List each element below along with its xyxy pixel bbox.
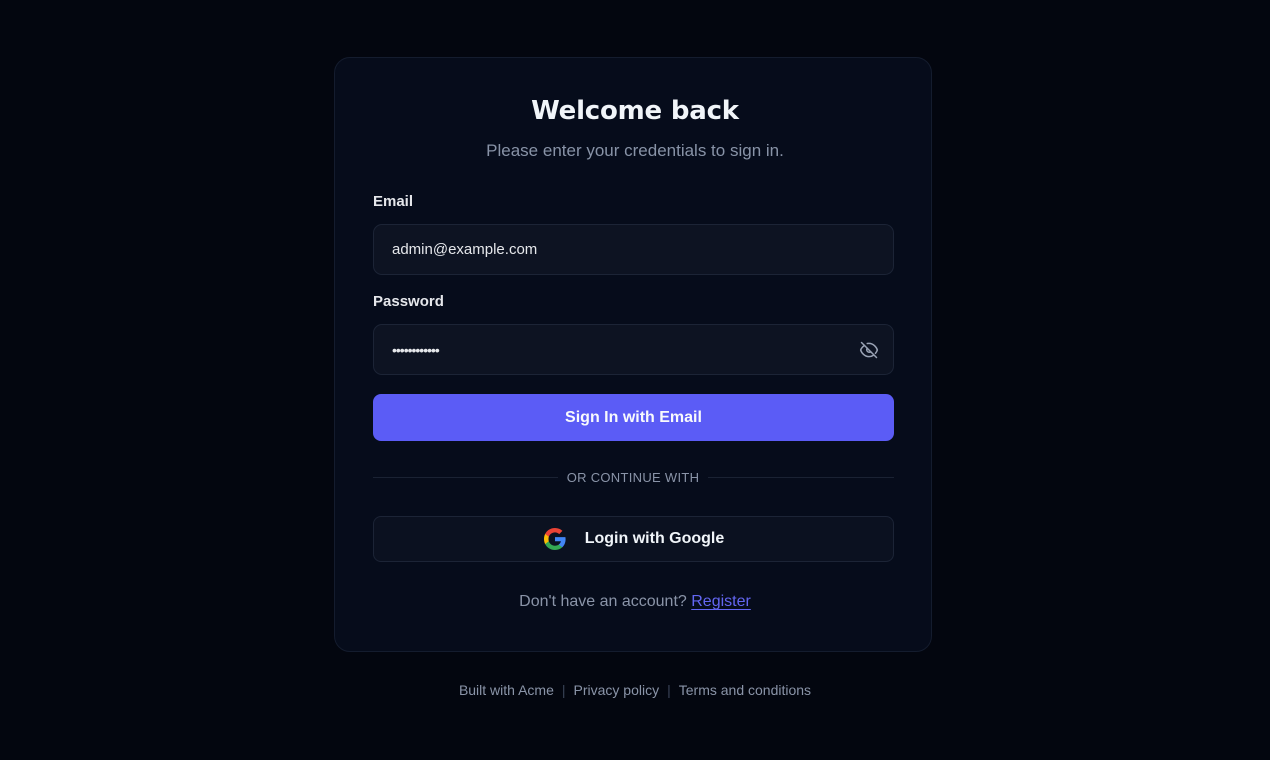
login-google-label: Login with Google (584, 530, 725, 547)
login-page: Welcome back Please enter your credentia… (0, 0, 1270, 760)
footer-link-privacy[interactable]: Privacy policy (574, 682, 660, 698)
footer: Built with Acme | Privacy policy | Terms and… (0, 682, 1270, 698)
divider-text: OR CONTINUE WITH (558, 468, 708, 487)
page-title: Welcome back (531, 96, 739, 126)
eye-off-icon[interactable] (859, 340, 879, 360)
google-icon (543, 528, 566, 550)
password-field-container (373, 324, 894, 375)
register-link[interactable]: Register (691, 593, 751, 610)
login-google-button[interactable]: Login with Google (373, 516, 894, 562)
register-prompt: Don't have an account? (519, 593, 687, 610)
password-label: Password (373, 293, 444, 310)
email-field-container (373, 224, 894, 275)
footer-separator: | (561, 682, 566, 698)
email-label: Email (373, 193, 414, 210)
footer-link-terms[interactable]: Terms and conditions (679, 682, 811, 698)
footer-separator: | (667, 682, 671, 698)
sign-in-email-button[interactable]: Sign In with Email (373, 394, 894, 441)
password-field[interactable] (392, 341, 875, 358)
register-row: Don't have an account? Register (0, 593, 1270, 611)
footer-link-built-with[interactable]: Built with Acme (459, 682, 554, 698)
page-subtitle: Please enter your credentials to sign in… (486, 141, 784, 160)
email-field[interactable] (392, 241, 875, 258)
